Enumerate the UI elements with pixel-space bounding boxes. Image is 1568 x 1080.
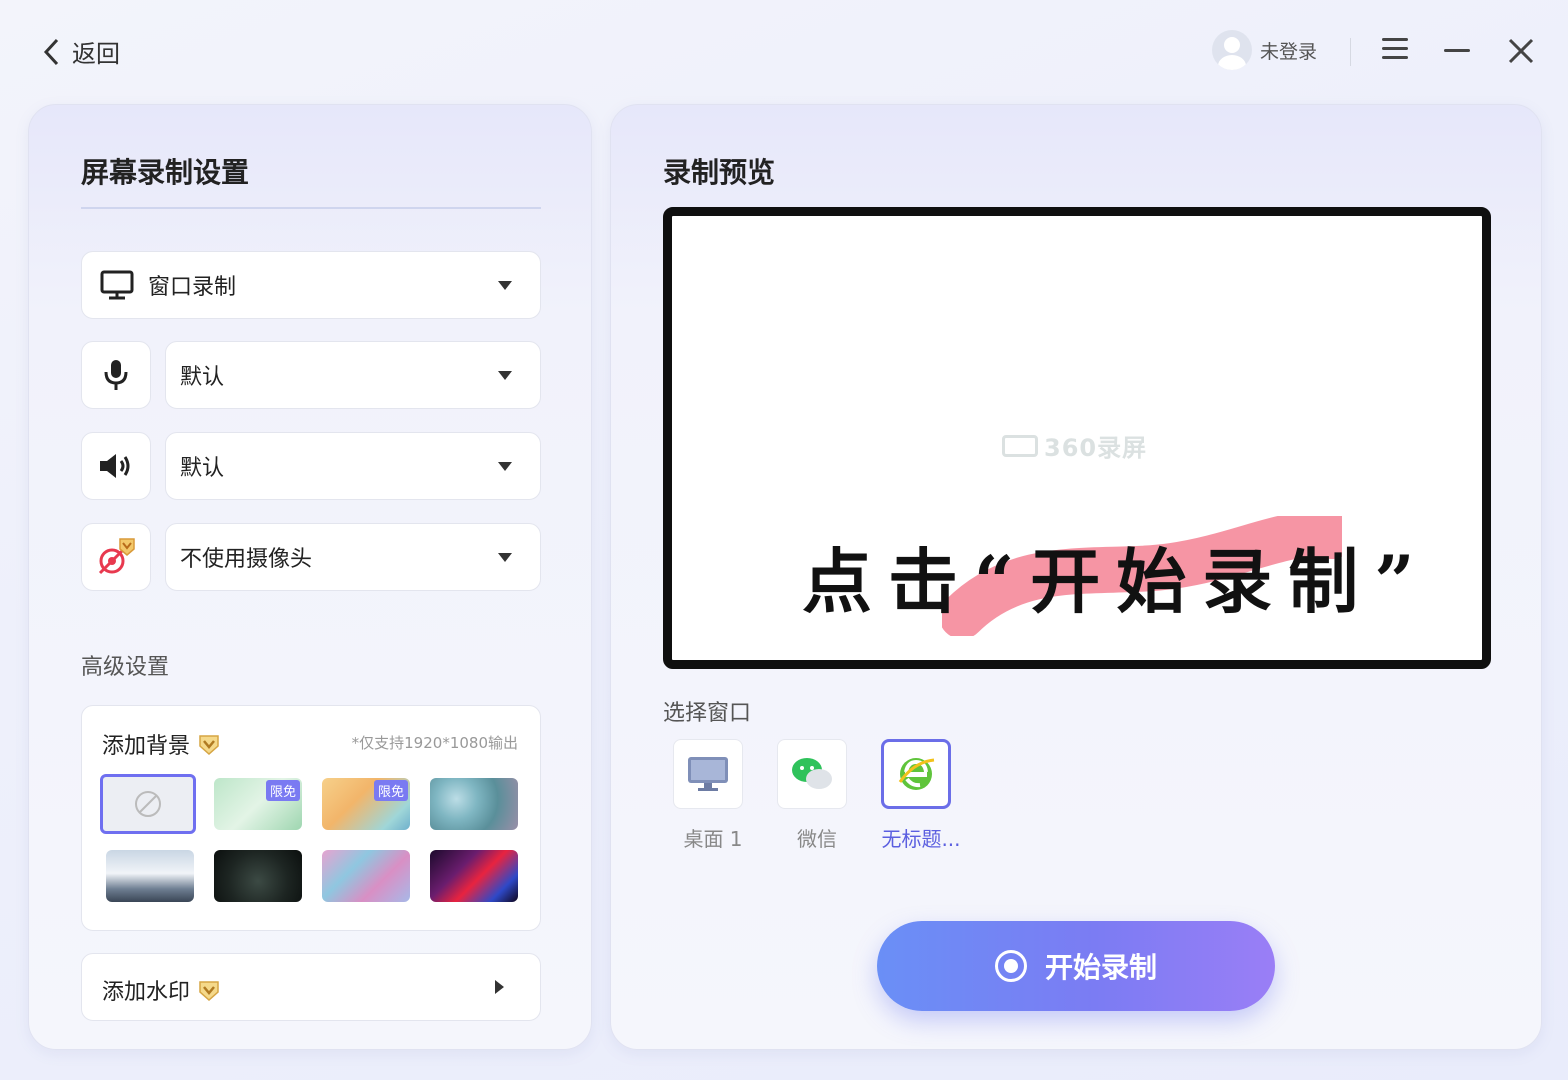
add-watermark-row[interactable]: 添加水印: [81, 953, 541, 1021]
background-title: 添加背景: [102, 728, 222, 760]
recording-preview-panel: 录制预览 360录屏 点击“开始录制” 选择窗口 桌面 1 微信 无标题... …: [610, 104, 1542, 1050]
background-option[interactable]: [322, 850, 410, 902]
chevron-right-icon: [495, 980, 504, 994]
watermark-label: 添加水印: [102, 980, 191, 1005]
speaker-select[interactable]: 默认: [165, 432, 541, 500]
microphone-select[interactable]: 默认: [165, 341, 541, 409]
close-icon[interactable]: [1506, 36, 1536, 66]
monitor-icon: [688, 757, 728, 791]
background-label: 添加背景: [102, 734, 191, 759]
panel-title: 屏幕录制设置: [81, 156, 250, 189]
wechat-icon: [792, 758, 832, 789]
chevron-down-icon: [498, 462, 512, 471]
window-name: 微信: [797, 827, 837, 851]
background-option[interactable]: [106, 850, 194, 902]
background-card: 添加背景 *仅支持1920*1080输出 限免 限免: [81, 705, 541, 931]
speaker-value: 默认: [180, 456, 225, 481]
camera-select[interactable]: 不使用摄像头: [165, 523, 541, 591]
divider: [81, 207, 541, 209]
speaker-toggle[interactable]: [81, 432, 151, 500]
login-status: 未登录: [1260, 40, 1318, 63]
preview-area: 360录屏 点击“开始录制”: [663, 207, 1491, 669]
background-none[interactable]: [100, 774, 196, 834]
chevron-left-icon: [43, 38, 59, 65]
microphone-toggle[interactable]: [81, 341, 151, 409]
chevron-down-icon: [498, 371, 512, 380]
start-hint-text: 点击“开始录制”: [802, 540, 1431, 623]
microphone-icon: [104, 360, 128, 390]
panel-title: 录制预览: [663, 156, 776, 189]
recording-settings-panel: 屏幕录制设置 窗口录制 默认 默认 不使用摄像头 高级设置 添加背景 *仅支持1…: [28, 104, 592, 1050]
none-icon: [135, 791, 161, 817]
select-window-label: 选择窗口: [663, 701, 752, 726]
window-thumb: [881, 739, 951, 809]
free-tag: 限免: [373, 780, 408, 801]
vip-badge-icon: [199, 981, 219, 1002]
back-label: 返回: [72, 40, 120, 68]
monitor-icon: [100, 270, 134, 300]
divider: [1350, 38, 1351, 66]
camera-logo-icon: [1002, 434, 1038, 457]
watermark-title: 添加水印: [102, 974, 222, 1006]
window-name: 无标题...: [881, 827, 961, 851]
avatar: [1212, 30, 1252, 70]
speaker-icon: [100, 454, 130, 478]
record-icon: [994, 950, 1027, 982]
camera-off-icon: [98, 538, 135, 575]
title-bar: 返回 未登录: [0, 0, 1568, 100]
window-thumb: [777, 739, 847, 809]
preview-logo-text: 360录屏: [1044, 434, 1148, 462]
free-tag: 限免: [265, 780, 300, 801]
background-option[interactable]: 限免: [214, 778, 302, 830]
advanced-settings-label: 高级设置: [81, 655, 170, 680]
minimize-icon[interactable]: [1444, 36, 1474, 66]
vip-badge-icon: [199, 735, 219, 756]
background-option[interactable]: [430, 778, 518, 830]
record-mode-select[interactable]: 窗口录制: [81, 251, 541, 319]
user-login[interactable]: 未登录: [1212, 30, 1317, 70]
camera-toggle[interactable]: [81, 523, 151, 591]
background-option[interactable]: 限免: [322, 778, 410, 830]
microphone-value: 默认: [180, 365, 225, 390]
record-mode-value: 窗口录制: [148, 275, 237, 300]
chevron-down-icon: [498, 281, 512, 290]
browser-icon: [898, 758, 935, 790]
chevron-down-icon: [498, 553, 512, 562]
window-thumb: [673, 739, 743, 809]
start-recording-label: 开始录制: [1044, 951, 1157, 984]
menu-icon[interactable]: [1382, 36, 1412, 66]
window-option-browser[interactable]: 无标题...: [881, 739, 961, 851]
window-name: 桌面 1: [683, 827, 743, 851]
background-note: *仅支持1920*1080输出: [351, 734, 518, 752]
start-recording-button[interactable]: 开始录制: [877, 921, 1275, 1011]
background-option[interactable]: [430, 850, 518, 902]
preview-logo: 360录屏: [1002, 428, 1147, 463]
window-option-desktop[interactable]: 桌面 1: [673, 739, 743, 851]
window-option-wechat[interactable]: 微信: [777, 739, 847, 851]
camera-value: 不使用摄像头: [180, 547, 313, 572]
back-button[interactable]: 返回: [40, 34, 120, 69]
background-option[interactable]: [214, 850, 302, 902]
